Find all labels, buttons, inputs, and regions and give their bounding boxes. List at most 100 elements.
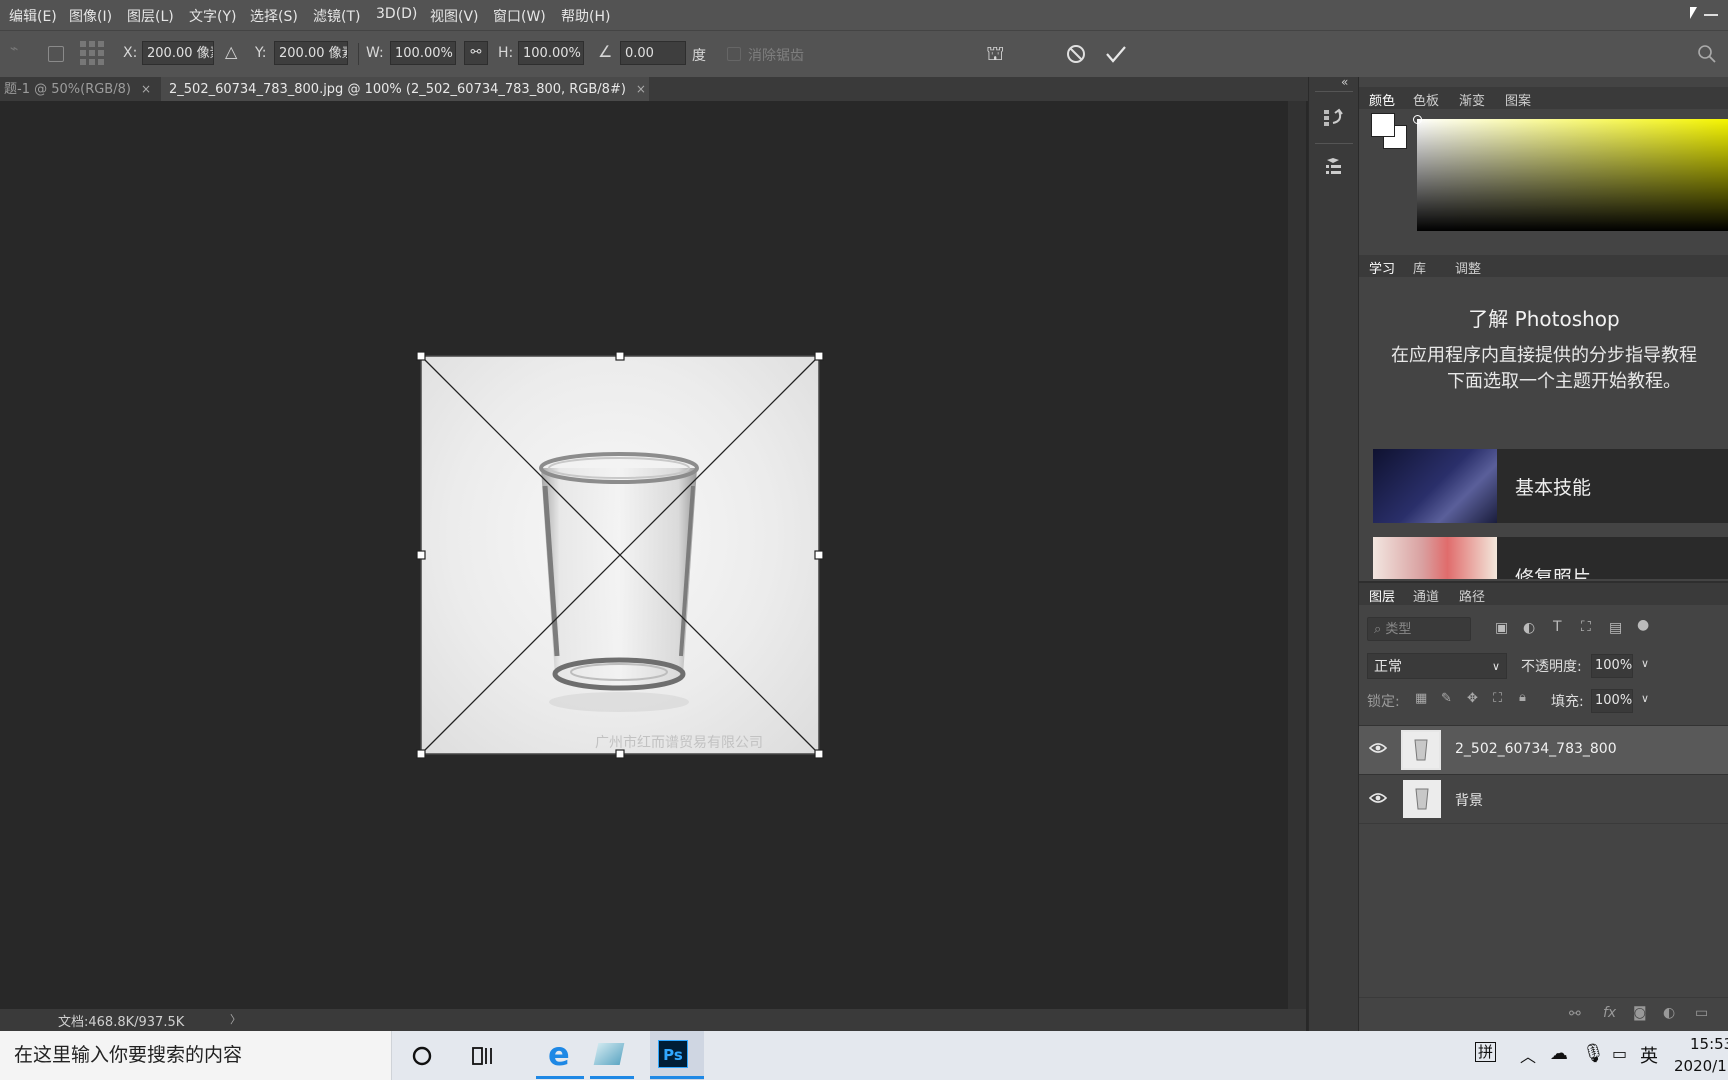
clock-date[interactable]: 2020/1: [1674, 1057, 1727, 1075]
x-position-field[interactable]: 200.00 像素: [142, 41, 214, 65]
tab-untitled[interactable]: 题-1 @ 50%(RGB/8) ×: [0, 77, 154, 101]
menu-edit[interactable]: 编辑(E): [9, 6, 57, 26]
chevron-up-icon[interactable]: ︿: [1520, 1043, 1536, 1067]
properties-icon[interactable]: [1323, 157, 1345, 179]
link-aspect-icon[interactable]: ⚯: [464, 41, 488, 65]
opacity-chevron-icon[interactable]: ∨: [1641, 657, 1649, 670]
tutorial-card-basic[interactable]: 基本技能: [1373, 449, 1728, 523]
tab-gradients[interactable]: 渐变: [1459, 90, 1485, 109]
menu-type[interactable]: 文字(Y): [189, 6, 236, 26]
reference-point-grid-icon[interactable]: [80, 41, 104, 65]
history-icon[interactable]: [1323, 107, 1345, 129]
transform-handle[interactable]: [814, 550, 824, 560]
pixel-filter-icon[interactable]: ▣: [1495, 620, 1508, 636]
tab-patterns[interactable]: 图案: [1505, 90, 1531, 109]
taskbar-photoshop-app[interactable]: Ps: [650, 1031, 704, 1080]
lock-all-icon[interactable]: 🔒︎: [1519, 690, 1526, 705]
layer-row-selected[interactable]: 2_502_60734_783_800: [1359, 726, 1728, 774]
transform-bounding-box[interactable]: [414, 350, 826, 762]
ime-language-indicator[interactable]: 英: [1640, 1042, 1658, 1068]
tutorial-card-repair[interactable]: 修复照片: [1373, 537, 1728, 579]
transform-handle[interactable]: [615, 749, 625, 759]
collapse-arrows-icon[interactable]: «: [1341, 75, 1348, 89]
visibility-eye-icon[interactable]: [1369, 792, 1387, 804]
lock-artboard-icon[interactable]: ⛶: [1493, 691, 1502, 706]
tab-swatches[interactable]: 色板: [1413, 90, 1439, 109]
rotation-field[interactable]: 0.00: [620, 41, 686, 65]
lock-position-icon[interactable]: ✥: [1467, 691, 1478, 706]
commit-transform-icon[interactable]: [1105, 44, 1127, 64]
taskbar-app[interactable]: [590, 1031, 650, 1080]
height-field[interactable]: 100.00%: [518, 41, 584, 65]
battery-icon[interactable]: ▭: [1612, 1044, 1627, 1063]
menu-help[interactable]: 帮助(H): [561, 6, 610, 26]
tool-preset-icon[interactable]: ⌁: [10, 41, 18, 57]
adjustment-filter-icon[interactable]: ◐: [1523, 620, 1535, 636]
document-size-info[interactable]: 文档:468.8K/937.5K: [58, 1011, 184, 1030]
menu-window[interactable]: 窗口(W): [493, 6, 546, 26]
filter-toggle-icon[interactable]: ●: [1637, 617, 1649, 633]
antialias-checkbox[interactable]: [727, 47, 741, 61]
tab-channels[interactable]: 通道: [1413, 586, 1439, 605]
add-mask-icon[interactable]: ◙: [1633, 1005, 1647, 1021]
menu-image[interactable]: 图像(I): [69, 6, 112, 26]
layer-name[interactable]: 背景: [1455, 790, 1483, 810]
tab-layers[interactable]: 图层: [1369, 586, 1395, 605]
fill-chevron-icon[interactable]: ∨: [1641, 692, 1649, 705]
menu-3d[interactable]: 3D(D): [376, 6, 417, 22]
menu-filter[interactable]: 滤镜(T): [313, 6, 360, 26]
color-picker-cursor[interactable]: [1413, 115, 1422, 124]
transform-handle[interactable]: [416, 749, 426, 759]
menu-view[interactable]: 视图(V): [430, 6, 479, 26]
lock-image-icon[interactable]: ✎: [1441, 691, 1452, 706]
width-field[interactable]: 100.00%: [390, 41, 456, 65]
ime-mode-indicator[interactable]: 拼: [1475, 1042, 1497, 1062]
search-icon[interactable]: [1698, 45, 1716, 63]
smart-object-filter-icon[interactable]: ▤: [1609, 620, 1622, 636]
visibility-eye-icon[interactable]: [1369, 742, 1387, 754]
foreground-color-swatch[interactable]: [1371, 113, 1395, 137]
shape-filter-icon[interactable]: ⛶: [1581, 619, 1591, 635]
tab-libraries[interactable]: 库: [1413, 258, 1426, 277]
task-view-icon[interactable]: [472, 1045, 496, 1067]
tab-paths[interactable]: 路径: [1459, 586, 1485, 605]
link-layers-icon[interactable]: ⚯: [1569, 1006, 1581, 1022]
vertical-scrollbar[interactable]: [1288, 101, 1306, 1009]
warp-mode-icon[interactable]: ⛫: [986, 41, 1004, 68]
reference-point-toggle[interactable]: [48, 46, 64, 62]
menu-layer[interactable]: 图层(L): [127, 6, 174, 26]
cortana-icon[interactable]: [412, 1046, 432, 1066]
menu-select[interactable]: 选择(S): [250, 6, 298, 26]
microphone-icon[interactable]: 🎙︎: [1582, 1043, 1605, 1064]
tab-adjustments[interactable]: 调整: [1455, 258, 1481, 277]
tab-active-document[interactable]: 2_502_60734_783_800.jpg @ 100% (2_502_60…: [161, 77, 649, 101]
color-picker-field[interactable]: [1417, 119, 1728, 231]
fx-icon[interactable]: fx: [1603, 1005, 1616, 1021]
tab-learn[interactable]: 学习: [1369, 258, 1395, 277]
transform-handle[interactable]: [814, 351, 824, 361]
close-icon[interactable]: ×: [141, 82, 151, 96]
layer-name[interactable]: 2_502_60734_783_800: [1455, 741, 1617, 757]
transform-handle[interactable]: [615, 351, 625, 361]
new-group-icon[interactable]: ▭: [1695, 1005, 1708, 1021]
type-filter-icon[interactable]: T: [1553, 619, 1562, 635]
taskbar-search-box[interactable]: 在这里输入你要搜索的内容: [0, 1031, 392, 1080]
clock-time[interactable]: 15:53: [1690, 1035, 1728, 1053]
y-position-field[interactable]: 200.00 像素: [274, 41, 348, 65]
adjustment-layer-icon[interactable]: ◐: [1663, 1005, 1675, 1021]
transform-handle[interactable]: [814, 749, 824, 759]
minimize-button[interactable]: [1704, 14, 1718, 16]
blend-mode-select[interactable]: 正常 ∨: [1367, 653, 1507, 679]
onedrive-icon[interactable]: ☁: [1550, 1043, 1568, 1064]
layer-row[interactable]: 背景: [1359, 775, 1728, 823]
layer-filter-dropdown[interactable]: ⌕ 类型: [1367, 617, 1471, 641]
relative-position-icon[interactable]: △: [225, 42, 237, 61]
cancel-transform-icon[interactable]: [1066, 44, 1086, 64]
tab-color[interactable]: 颜色: [1369, 90, 1395, 109]
lock-transparent-icon[interactable]: ▦: [1415, 691, 1427, 706]
fill-field[interactable]: 100%: [1591, 689, 1633, 713]
opacity-field[interactable]: 100%: [1591, 654, 1633, 678]
close-icon[interactable]: ×: [636, 82, 646, 96]
transform-handle[interactable]: [416, 351, 426, 361]
status-menu-arrow-icon[interactable]: 〉: [230, 1011, 241, 1027]
